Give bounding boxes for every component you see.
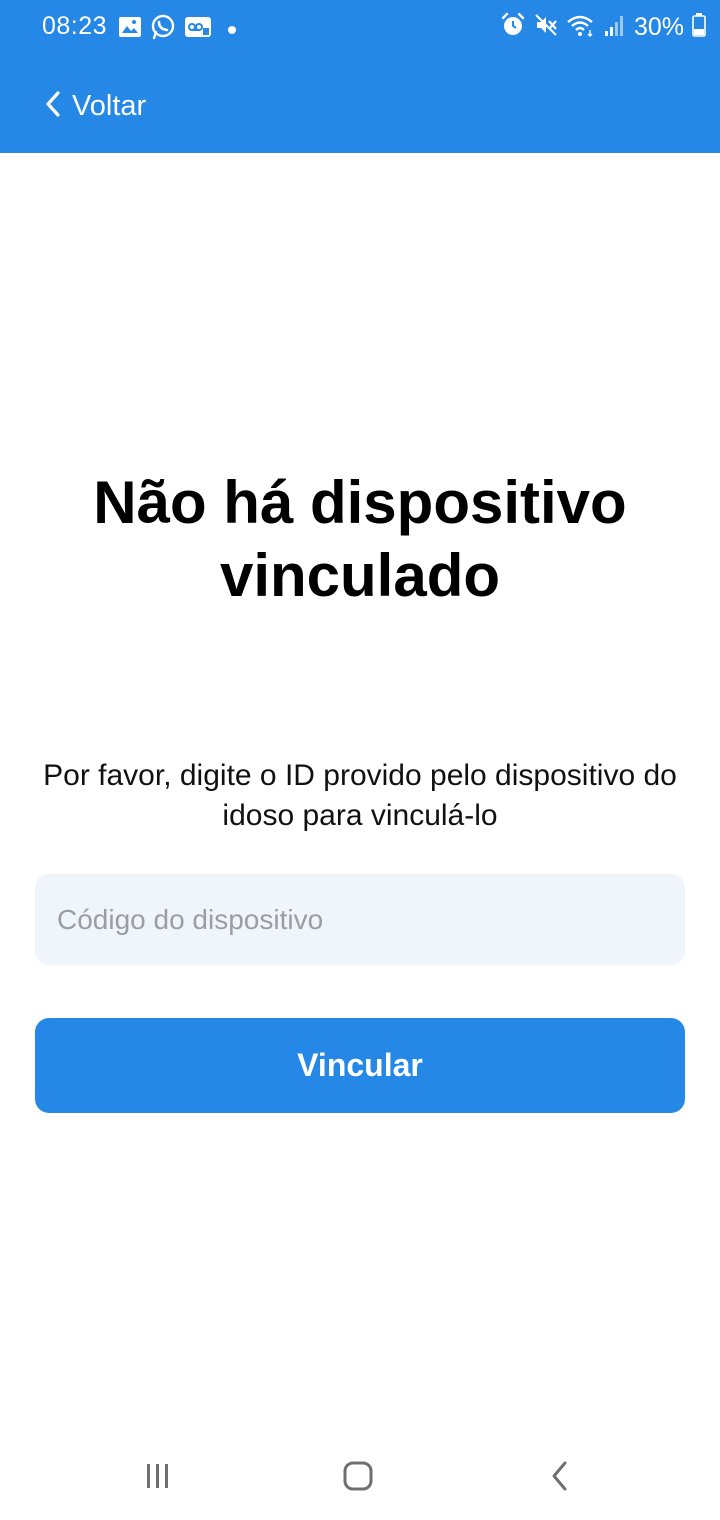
app-header: 08:23 30% Voltar [0,0,720,153]
wifi-icon [566,13,596,42]
navigation-bar [0,1430,720,1520]
recents-button[interactable] [128,1458,188,1498]
mute-icon [534,13,558,42]
status-time: 08:23 [42,12,108,40]
signal-icon [604,13,626,42]
whatsapp-icon [150,14,176,45]
home-icon [342,1460,374,1497]
home-button[interactable] [328,1458,388,1498]
voicemail-icon [184,15,212,44]
status-bar: 08:23 30% [0,0,720,56]
back-button[interactable]: Voltar [44,84,146,128]
page-title: Não há dispositivo vinculado [93,469,627,609]
back-nav-button[interactable] [530,1458,590,1498]
instructions-text: Por favor, digite o ID provido pelo disp… [43,759,677,832]
alarm-icon [500,12,526,43]
back-label: Voltar [72,89,147,122]
dot-icon [228,25,236,34]
status-left-icons [118,14,236,45]
back-nav-icon [549,1460,571,1497]
battery-percentage: 30% [633,13,684,41]
status-right-icons: 30% [500,12,706,43]
recents-icon [143,1462,173,1495]
battery-icon [692,13,706,42]
device-code-input[interactable] [35,874,685,965]
chevron-left-icon [44,89,62,124]
gallery-icon [118,16,142,43]
link-device-button[interactable]: Vincular [35,1018,685,1113]
